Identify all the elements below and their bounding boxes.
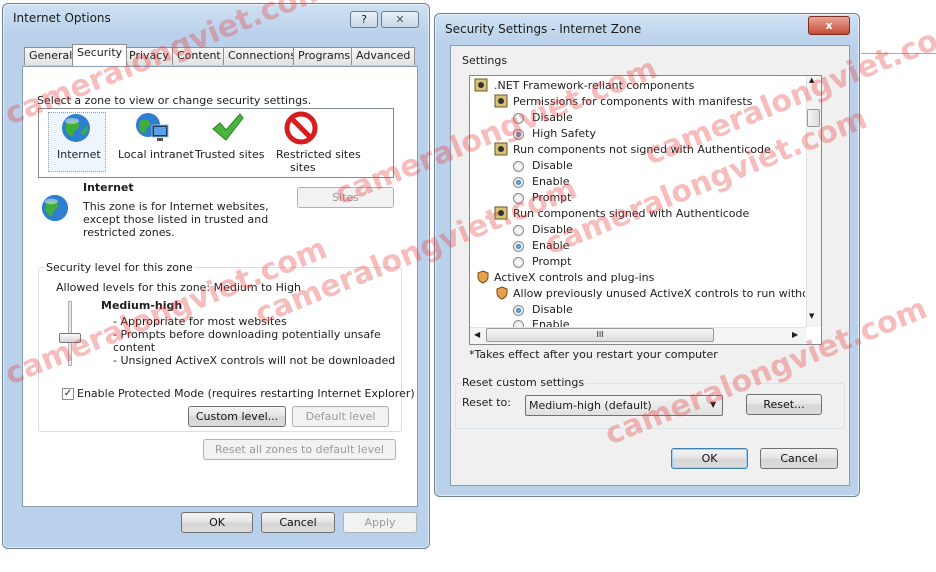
reset-all-zones-button[interactable]: Reset all zones to default level: [203, 439, 396, 460]
radio-label: Prompt: [532, 191, 572, 204]
zone-prompt: Select a zone to view or change security…: [37, 94, 312, 107]
tab-privacy[interactable]: Privacy: [124, 47, 174, 65]
tab-general[interactable]: General: [24, 47, 78, 65]
radio-signed-prompt[interactable]: [513, 257, 524, 268]
radio-permissions-disable[interactable]: [513, 113, 524, 124]
radio-label: Enable: [532, 239, 570, 252]
protected-mode-label: Enable Protected Mode (requires restarti…: [77, 387, 415, 400]
tab-connections[interactable]: Connections: [223, 47, 301, 65]
custom-level-button[interactable]: Custom level...: [188, 406, 286, 427]
zone-name: Internet: [83, 181, 134, 194]
settings-hscroll-thumb[interactable]: III: [486, 328, 714, 342]
security-level-name: Medium-high: [101, 299, 183, 312]
default-level-button[interactable]: Default level: [292, 406, 389, 427]
radio-label: Disable: [532, 159, 573, 172]
settings-vscroll-thumb[interactable]: [807, 109, 820, 127]
ok-button[interactable]: OK: [181, 512, 253, 533]
scroll-up-arrow-icon[interactable]: ▲: [809, 76, 814, 84]
chevron-down-icon: ▼: [710, 400, 717, 409]
tab-advanced[interactable]: Advanced: [351, 47, 416, 65]
zone-internet-label: Internet: [57, 148, 101, 161]
reset-to-value: Medium-high (default): [529, 399, 652, 412]
globe-icon: [41, 194, 69, 222]
checkmark-icon[interactable]: [210, 111, 244, 145]
sites-button[interactable]: Sites: [297, 187, 394, 208]
level-point-2: - Prompts before downloading potentially…: [113, 328, 381, 341]
tree-setting-not-signed: Run components not signed with Authentic…: [513, 143, 771, 156]
radio-signed-enable[interactable]: [513, 241, 524, 252]
tree-setting-allow-unused-activex: Allow previously unused ActiveX controls…: [513, 287, 805, 300]
zone-local-intranet-label: Local intranet: [118, 148, 194, 161]
settings-label: Settings: [462, 54, 508, 67]
tree-category-dotnet: .NET Framework-reliant components: [494, 79, 695, 92]
reset-custom-title: Reset custom settings: [462, 376, 587, 389]
radio-signed-disable[interactable]: [513, 225, 524, 236]
settings-gear-icon: [494, 206, 508, 220]
tree-setting-permissions-manifests: Permissions for components with manifest…: [513, 95, 753, 108]
level-point-3: content: [113, 341, 156, 354]
tree-row-clip: Enable: [505, 318, 805, 327]
tab-programs[interactable]: Programs: [293, 47, 356, 65]
window-title: Internet Options: [13, 11, 111, 25]
activex-shield-icon: [496, 286, 508, 300]
globe-icon: [62, 114, 90, 142]
security-slider-thumb[interactable]: [59, 333, 81, 343]
radio-label: Disable: [532, 111, 573, 124]
radio-permissions-high-safety[interactable]: [513, 129, 524, 140]
tab-content[interactable]: Content: [172, 47, 226, 65]
protected-mode-checkbox[interactable]: ✓: [62, 388, 74, 400]
reset-to-select[interactable]: Medium-high (default) ▼: [525, 395, 723, 416]
zone-description-2: except those listed in trusted and: [83, 213, 269, 226]
zone-restricted-sites-label: Restricted sites: [276, 148, 361, 161]
reset-button[interactable]: Reset...: [746, 394, 822, 415]
radio-not-signed-enable[interactable]: [513, 177, 524, 188]
zone-description-1: This zone is for Internet websites,: [83, 200, 269, 213]
radio-label: Enable: [532, 175, 570, 188]
radio-activex-enable[interactable]: [513, 320, 524, 327]
zone-description-3: restricted zones.: [83, 226, 175, 239]
tree-category-activex: ActiveX controls and plug-ins: [494, 271, 655, 284]
background-divider: [861, 53, 936, 54]
radio-not-signed-disable[interactable]: [513, 161, 524, 172]
radio-label: Disable: [532, 303, 573, 316]
help-button[interactable]: ?: [350, 11, 378, 28]
radio-label: High Safety: [532, 127, 596, 140]
cancel-button[interactable]: Cancel: [760, 448, 838, 469]
scroll-right-arrow-icon[interactable]: ▶: [792, 330, 798, 339]
settings-gear-icon: [494, 142, 508, 156]
settings-gear-icon: [494, 94, 508, 108]
close-button[interactable]: x: [808, 16, 850, 35]
reset-to-label: Reset to:: [462, 396, 511, 409]
scroll-down-arrow-icon[interactable]: ▼: [809, 312, 814, 320]
level-point-1: - Appropriate for most websites: [113, 315, 287, 328]
radio-label: Disable: [532, 223, 573, 236]
cancel-button[interactable]: Cancel: [261, 512, 335, 533]
settings-gear-icon: [474, 78, 488, 92]
radio-label: Prompt: [532, 255, 572, 268]
restart-note: *Takes effect after you restart your com…: [469, 348, 718, 361]
activex-shield-icon: [477, 270, 489, 284]
radio-label: Enable: [532, 318, 570, 327]
apply-button[interactable]: Apply: [343, 512, 417, 533]
zone-restricted-sites-label-line2: sites: [290, 161, 316, 174]
scroll-left-arrow-icon[interactable]: ◀: [474, 330, 480, 339]
close-button[interactable]: ✕: [381, 11, 419, 28]
tab-security[interactable]: Security: [72, 44, 128, 66]
allowed-levels: Allowed levels for this zone: Medium to …: [56, 281, 301, 294]
radio-activex-disable[interactable]: [513, 305, 524, 316]
restricted-icon[interactable]: [284, 111, 318, 145]
ok-button[interactable]: OK: [671, 448, 748, 469]
local-intranet-icon[interactable]: [134, 111, 170, 145]
radio-not-signed-prompt[interactable]: [513, 193, 524, 204]
security-level-title: Security level for this zone: [44, 261, 195, 274]
zone-trusted-sites-label: Trusted sites: [195, 148, 265, 161]
tree-setting-signed: Run components signed with Authenticode: [513, 207, 750, 220]
security-settings-title: Security Settings - Internet Zone: [445, 22, 642, 36]
tree-setting-activex-clip: Allow previously unused ActiveX controls…: [513, 286, 805, 301]
level-point-4: - Unsigned ActiveX controls will not be …: [113, 354, 396, 367]
